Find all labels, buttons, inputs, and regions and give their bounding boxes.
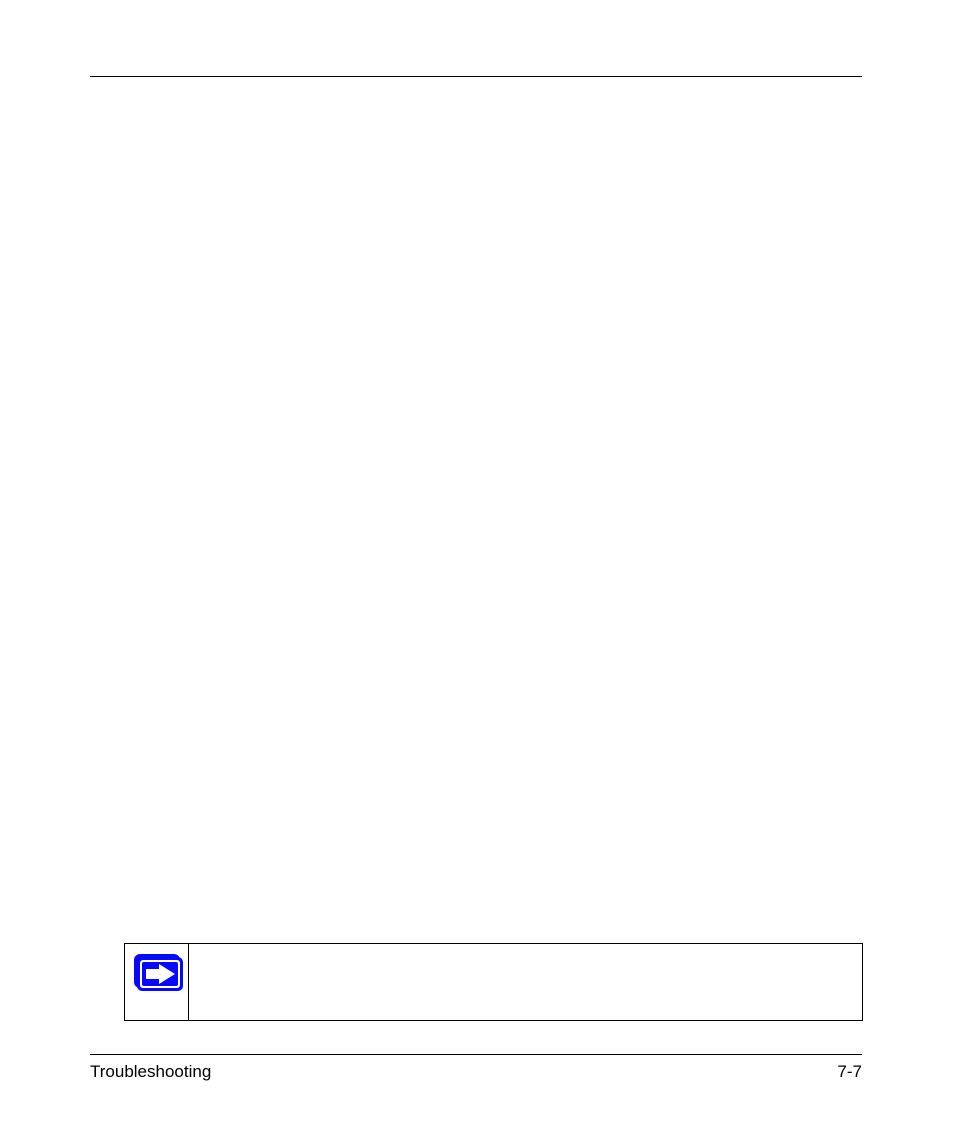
- callout-icon-cell: [125, 944, 189, 1020]
- arrow-right-note-icon: [134, 954, 180, 988]
- footer-page-number: 7-7: [837, 1062, 862, 1082]
- footer-row: Troubleshooting 7-7: [90, 1062, 862, 1082]
- footer-section-label: Troubleshooting: [90, 1062, 211, 1082]
- document-page: Troubleshooting 7-7: [0, 0, 954, 1145]
- header-divider-line: [90, 76, 862, 77]
- note-callout-box: [124, 943, 863, 1021]
- footer-divider-line: [90, 1054, 862, 1055]
- arrow-svg: [137, 957, 183, 991]
- callout-text-cell: [189, 944, 862, 1020]
